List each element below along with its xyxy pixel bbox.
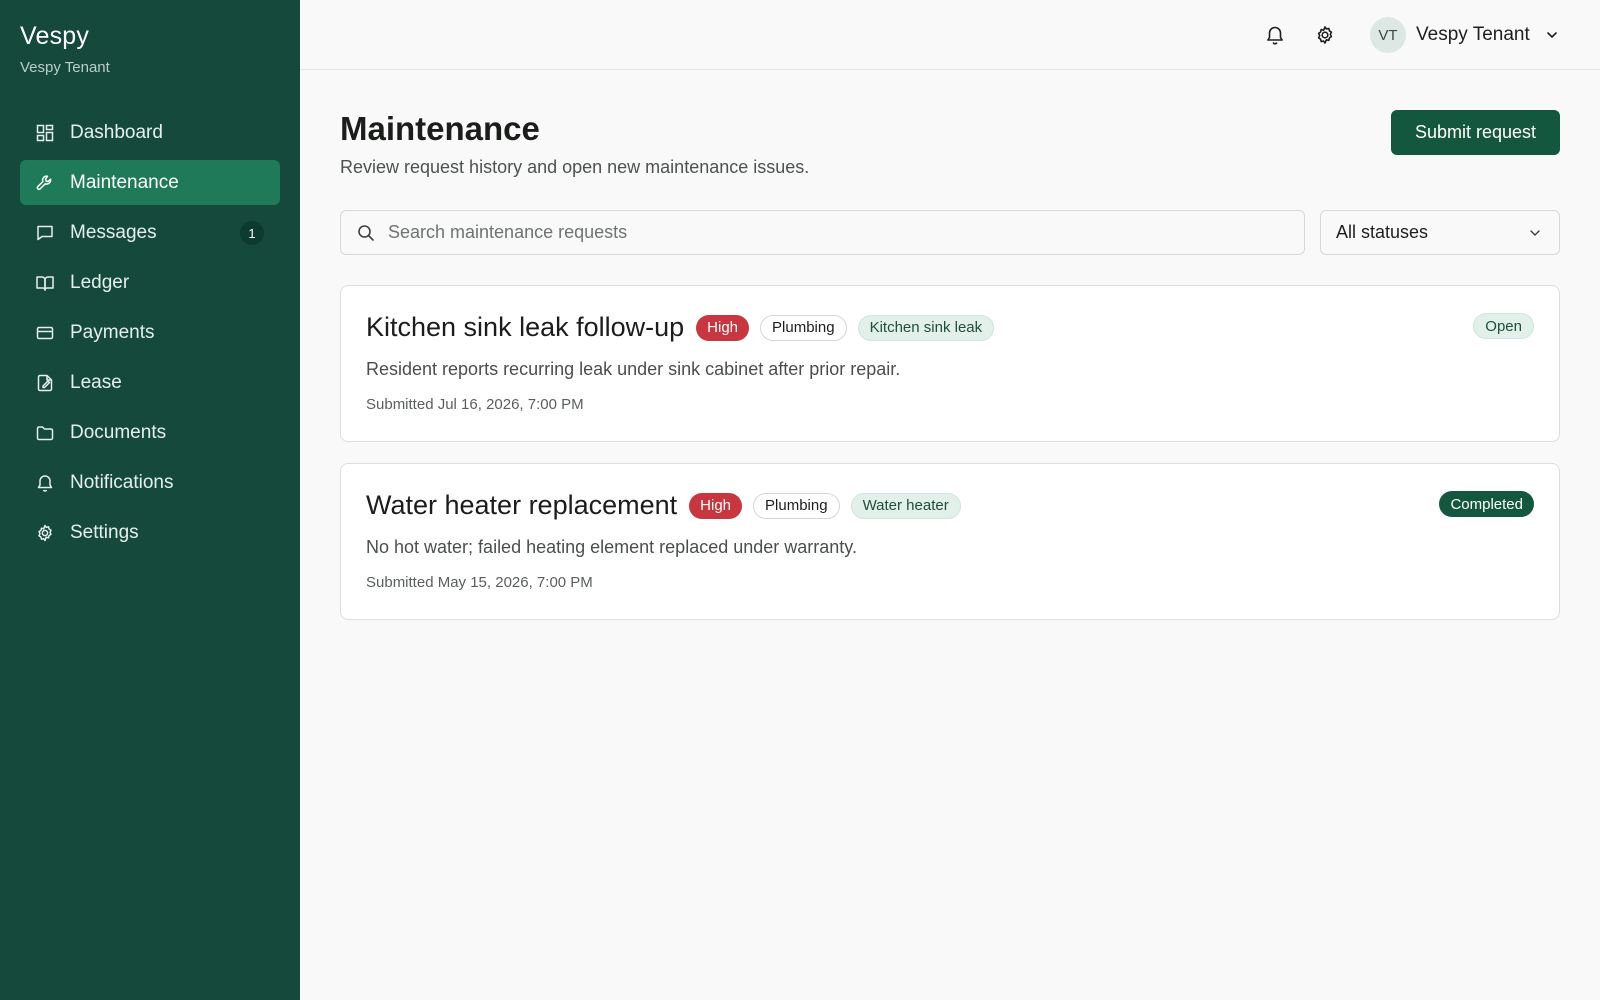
request-title-row: Kitchen sink leak follow-up High Plumbin… (366, 312, 1005, 343)
sidebar-item-label: Maintenance (70, 171, 179, 193)
tag-badge: Water heater (850, 492, 961, 519)
sidebar-item-lease[interactable]: Lease (20, 360, 280, 405)
bell-icon (35, 473, 55, 493)
priority-badge: High (696, 314, 750, 341)
priority-badge: High (689, 492, 743, 519)
sidebar-item-label: Dashboard (70, 121, 163, 143)
status-filter-value: All statuses (1336, 222, 1429, 242)
folder-icon (35, 423, 55, 443)
request-title-row: Water heater replacement High Plumbing W… (366, 490, 972, 521)
brand: Vespy Vespy Tenant (20, 22, 110, 76)
gear-icon[interactable] (1314, 24, 1336, 46)
sidebar-item-label: Notifications (70, 471, 174, 493)
user-name: Vespy Tenant (1416, 24, 1530, 45)
dashboard-icon (35, 123, 55, 143)
request-title: Water heater replacement (366, 490, 678, 520)
sidebar-item-label: Documents (70, 421, 167, 443)
chevron-down-icon (1544, 27, 1560, 43)
submit-request-button[interactable]: Submit request (1391, 110, 1560, 155)
user-menu[interactable]: VT Vespy Tenant (1370, 17, 1560, 53)
brand-name: Vespy (20, 22, 90, 50)
sidebar-item-notifications[interactable]: Notifications (20, 460, 280, 505)
status-badge: Completed (1439, 491, 1534, 517)
sidebar-item-maintenance[interactable]: Maintenance (20, 160, 280, 205)
avatar: VT (1370, 17, 1406, 53)
sidebar-nav: Dashboard Maintenance Messages 1 Ledger (20, 110, 280, 560)
sidebar-item-payments[interactable]: Payments (20, 310, 280, 355)
sidebar-item-settings[interactable]: Settings (20, 510, 280, 555)
sidebar-item-label: Ledger (70, 271, 130, 293)
topbar: VT Vespy Tenant (300, 0, 1600, 70)
credit-card-icon (35, 323, 55, 343)
bell-icon[interactable] (1264, 24, 1286, 46)
sidebar-item-documents[interactable]: Documents (20, 410, 280, 455)
request-description: No hot water; failed heating element rep… (366, 537, 857, 557)
request-card[interactable]: Water heater replacement High Plumbing W… (340, 463, 1560, 620)
page-subtitle: Review request history and open new main… (340, 157, 810, 177)
gear-icon (35, 523, 55, 543)
request-submitted-date: Submitted May 15, 2026, 7:00 PM (366, 574, 593, 591)
brand-subtitle: Vespy Tenant (20, 59, 110, 76)
sidebar-item-label: Payments (70, 321, 155, 343)
wrench-icon (35, 173, 55, 193)
sidebar-item-label: Settings (70, 521, 139, 543)
category-badge: Plumbing (753, 492, 840, 519)
sidebar-item-dashboard[interactable]: Dashboard (20, 110, 280, 155)
status-filter-select[interactable]: All statuses (1320, 210, 1560, 255)
page-title: Maintenance (340, 110, 540, 147)
search-box (340, 210, 1305, 255)
book-icon (35, 273, 55, 293)
category-badge: Plumbing (760, 314, 847, 341)
message-icon (35, 223, 55, 243)
tag-badge: Kitchen sink leak (857, 314, 995, 341)
lease-document-icon (35, 373, 55, 393)
request-title: Kitchen sink leak follow-up (366, 312, 685, 342)
search-icon (356, 223, 376, 243)
unread-badge: 1 (240, 221, 264, 245)
chevron-down-icon (1527, 225, 1543, 241)
request-submitted-date: Submitted Jul 16, 2026, 7:00 PM (366, 396, 584, 413)
sidebar-item-label: Lease (70, 371, 122, 393)
request-card[interactable]: Kitchen sink leak follow-up High Plumbin… (340, 285, 1560, 442)
sidebar-item-ledger[interactable]: Ledger (20, 260, 280, 305)
sidebar-item-label: Messages (70, 221, 157, 243)
search-input[interactable] (388, 222, 1288, 243)
status-badge: Open (1473, 313, 1534, 339)
request-description: Resident reports recurring leak under si… (366, 359, 901, 379)
sidebar: Vespy Vespy Tenant Dashboard Maintenance… (0, 0, 300, 1000)
sidebar-item-messages[interactable]: Messages 1 (20, 210, 280, 255)
